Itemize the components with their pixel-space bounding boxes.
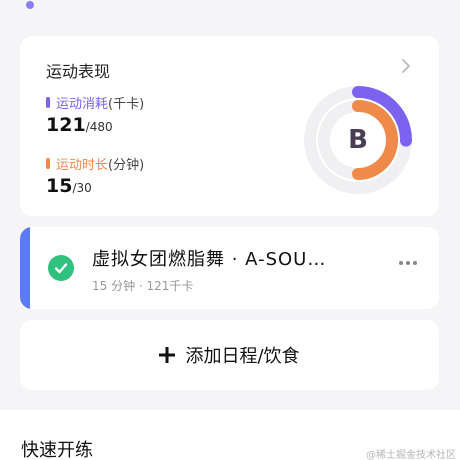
chevron-right-icon[interactable] xyxy=(399,58,413,74)
plus-icon xyxy=(159,347,176,363)
watermark: @稀土掘金技术社区 xyxy=(366,450,456,460)
quick-start-section: 快速开练 @稀土掘金技术社区 xyxy=(0,410,460,460)
duration-value: 15/30 xyxy=(46,175,92,197)
add-schedule-button[interactable]: 添加日程/饮食 xyxy=(20,320,439,390)
calories-legend-marker xyxy=(46,97,50,108)
schedule-accent-bar xyxy=(20,227,30,309)
calories-label: 运动消耗 (千卡) xyxy=(46,93,144,112)
add-schedule-label: 添加日程/饮食 xyxy=(185,346,300,367)
more-icon[interactable] xyxy=(399,261,417,265)
duration-legend-marker xyxy=(46,158,50,169)
grade-badge: B xyxy=(348,125,368,155)
quick-start-title: 快速开练 xyxy=(21,440,93,460)
duration-label: 运动时长 (分钟) xyxy=(46,154,144,173)
check-icon[interactable] xyxy=(48,255,74,281)
schedule-item[interactable]: 虚拟女团燃脂舞 · A-SOU… 15 分钟 · 121千卡 xyxy=(20,227,439,309)
status-dot xyxy=(26,1,34,9)
schedule-item-title: 虚拟女团燃脂舞 · A-SOU… xyxy=(92,249,327,270)
progress-rings: B xyxy=(298,80,418,200)
performance-card[interactable]: 运动表现 运动消耗 (千卡) 121/480 运动时长 (分钟) 15/30 B xyxy=(20,36,439,216)
performance-title: 运动表现 xyxy=(46,62,111,81)
calories-value: 121/480 xyxy=(46,114,113,136)
schedule-item-meta: 15 分钟 · 121千卡 xyxy=(92,279,194,293)
